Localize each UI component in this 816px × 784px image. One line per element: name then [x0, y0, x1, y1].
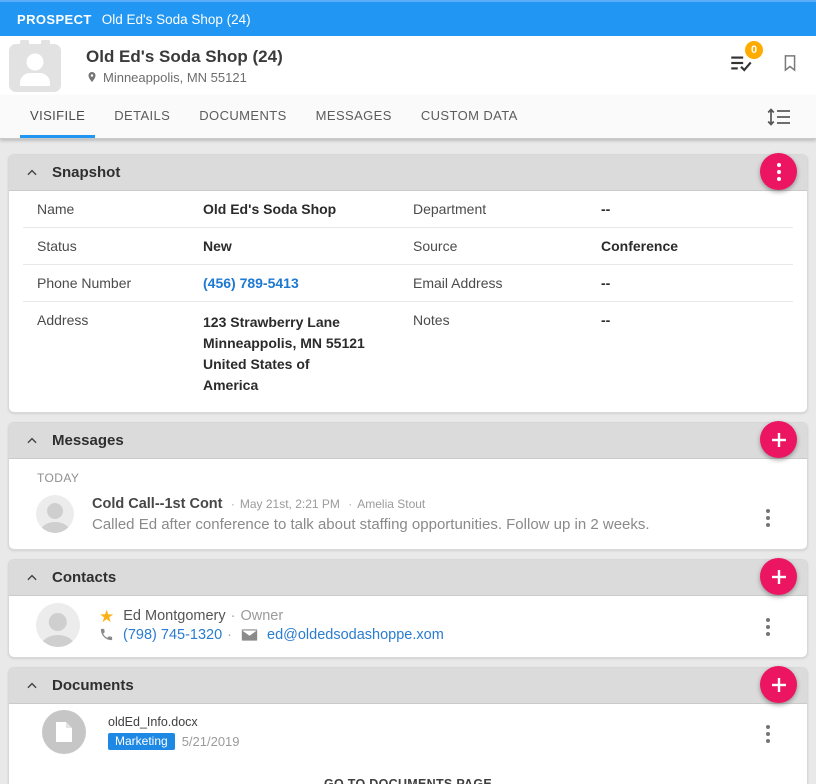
contacts-title: Contacts [52, 569, 117, 586]
field-value-source: Conference [601, 238, 679, 254]
message-body: Called Ed after conference to talk about… [92, 516, 650, 533]
collapse-chevron-icon[interactable] [25, 571, 39, 585]
snapshot-row: Address 123 Strawberry Lane Minneappolis… [23, 302, 793, 412]
messages-card: Messages TODAY Cold Call--1st Cont · May … [8, 421, 808, 550]
message-author: Amelia Stout [357, 497, 426, 511]
tab-visifile[interactable]: VISIFILE [20, 95, 96, 138]
message-subject[interactable]: Cold Call--1st Cont [92, 496, 223, 512]
field-value-email: -- [601, 275, 611, 291]
message-timestamp: May 21st, 2:21 PM [239, 497, 340, 511]
separator: · [227, 626, 233, 643]
contact-item: ★ Ed Montgomery · Owner (798) 745-1320 ·… [9, 596, 807, 657]
tab-custom-data[interactable]: CUSTOM DATA [411, 95, 528, 138]
phone-link[interactable]: (456) 789-5413 [203, 275, 413, 291]
collapse-chevron-icon[interactable] [25, 434, 39, 448]
documents-card: Documents oldEd_Info.docx Marketing 5/21… [8, 666, 808, 784]
tab-documents[interactable]: DOCUMENTS [189, 95, 296, 138]
avatar [36, 603, 80, 647]
separator: · [230, 497, 235, 511]
field-value-notes: -- [601, 312, 611, 328]
plus-icon [771, 432, 786, 447]
record-location: Minneappolis, MN 55121 [103, 69, 247, 85]
tasks-badge: 0 [745, 41, 763, 59]
contact-phone-link[interactable]: (798) 745-1320 [123, 627, 222, 643]
field-label-source: Source [413, 238, 458, 254]
snapshot-title: Snapshot [52, 164, 121, 181]
tasks-checklist-icon[interactable]: 0 [728, 41, 763, 81]
tab-bar: VISIFILE DETAILS DOCUMENTS MESSAGES CUST… [0, 95, 816, 139]
snapshot-row: Status New Source Conference [23, 228, 793, 265]
plus-icon [771, 677, 786, 692]
field-label-address: Address [37, 312, 89, 328]
top-bar-record-title: Old Ed's Soda Shop (24) [101, 11, 251, 27]
field-label-status: Status [37, 238, 77, 254]
field-value-department: -- [601, 201, 611, 217]
phone-icon [100, 628, 113, 641]
field-label-name: Name [37, 201, 75, 217]
company-avatar [8, 39, 62, 93]
app-label: PROSPECT [17, 11, 92, 27]
document-item: oldEd_Info.docx Marketing 5/21/2019 [9, 704, 807, 764]
avatar [36, 495, 74, 533]
field-value-address: 123 Strawberry Lane Minneappolis, MN 551… [203, 314, 365, 393]
document-date: 5/21/2019 [181, 733, 240, 749]
message-item: Cold Call--1st Cont · May 21st, 2:21 PM ·… [9, 487, 807, 549]
field-value-status: New [203, 238, 232, 254]
message-menu-icon[interactable] [762, 505, 774, 531]
page-title: Old Ed's Soda Shop (24) [86, 46, 283, 66]
document-tag-badge: Marketing [108, 732, 175, 750]
messages-header[interactable]: Messages [9, 423, 807, 459]
snapshot-row: Name Old Ed's Soda Shop Department -- [23, 191, 793, 228]
location-pin-icon [88, 72, 96, 82]
add-document-button[interactable] [760, 666, 797, 703]
plus-icon [771, 569, 786, 584]
field-value-name: Old Ed's Soda Shop [203, 201, 337, 217]
field-label-email: Email Address [413, 275, 503, 291]
document-file-icon [42, 710, 86, 754]
messages-title: Messages [52, 432, 124, 449]
add-message-button[interactable] [760, 421, 797, 458]
add-contact-button[interactable] [760, 558, 797, 595]
documents-header[interactable]: Documents [9, 668, 807, 704]
top-bar: PROSPECT Old Ed's Soda Shop (24) [0, 0, 816, 36]
email-icon [241, 628, 258, 641]
main-content: Snapshot Name Old Ed's Soda Shop Departm… [0, 139, 816, 784]
field-label-notes: Notes [413, 312, 450, 328]
document-filename[interactable]: oldEd_Info.docx [108, 715, 240, 729]
messages-group-label: TODAY [37, 471, 80, 485]
tab-messages[interactable]: MESSAGES [306, 95, 402, 138]
contacts-header[interactable]: Contacts [9, 560, 807, 596]
separator: · [230, 608, 236, 624]
snapshot-card: Snapshot Name Old Ed's Soda Shop Departm… [8, 153, 808, 413]
go-to-documents-button[interactable]: GO TO DOCUMENTS PAGE [9, 764, 807, 784]
snapshot-row: Phone Number (456) 789-5413 Email Addres… [23, 265, 793, 302]
contact-role: Owner [240, 608, 284, 624]
favorite-star-icon[interactable]: ★ [99, 608, 114, 625]
collapse-chevron-icon[interactable] [25, 166, 39, 180]
contact-email-link[interactable]: ed@oldedsodashoppe.xom [267, 627, 444, 643]
tab-details[interactable]: DETAILS [104, 95, 180, 138]
document-menu-icon[interactable] [762, 721, 774, 747]
contact-menu-icon[interactable] [762, 614, 774, 640]
field-label-phone: Phone Number [37, 275, 132, 291]
contact-name[interactable]: Ed Montgomery [123, 608, 225, 624]
documents-title: Documents [52, 677, 134, 694]
snapshot-menu-button[interactable] [760, 153, 797, 190]
record-header: Old Ed's Soda Shop (24) Minneappolis, MN… [0, 36, 816, 95]
snapshot-header[interactable]: Snapshot [9, 155, 807, 191]
collapse-chevron-icon[interactable] [25, 679, 39, 693]
separator: · [348, 497, 353, 511]
snapshot-fields: Name Old Ed's Soda Shop Department -- St… [9, 191, 807, 412]
bookmark-icon[interactable] [780, 51, 800, 80]
sort-line-spacing-icon[interactable] [766, 105, 792, 134]
contacts-card: Contacts ★ Ed Montgomery · Owner (798) 7… [8, 558, 808, 658]
field-label-department: Department [413, 201, 487, 217]
